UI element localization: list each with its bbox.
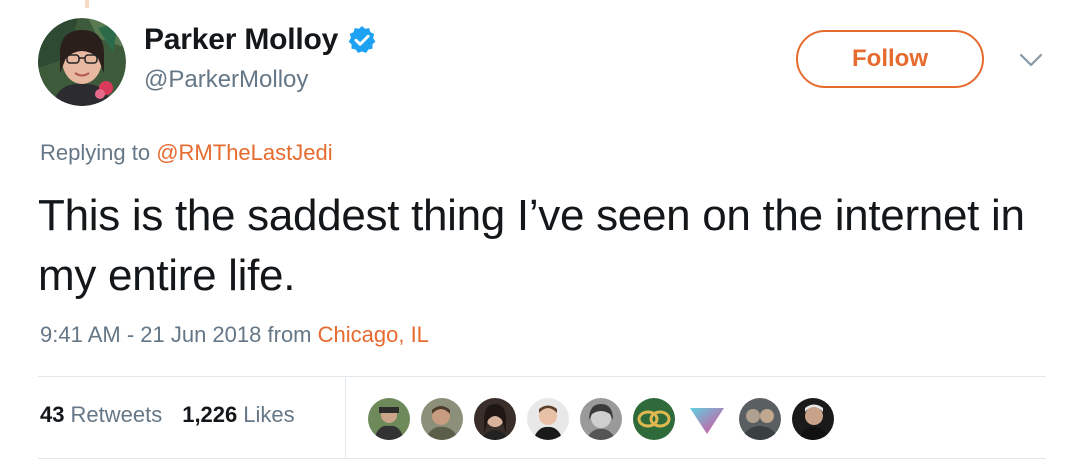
replying-to-line: Replying to @RMTheLastJedi [40,140,333,166]
liker-avatar[interactable] [739,398,781,440]
stats-bottom-divider [38,458,1046,459]
author-display-name[interactable]: Parker Molloy [144,23,338,57]
tweet-metadata: 9:41 AM - 21 Jun 2018 from Chicago, IL [40,322,429,348]
verified-badge-icon [348,26,376,53]
liker-avatar[interactable] [580,398,622,440]
reply-mention-link[interactable]: @RMTheLastJedi [156,140,332,165]
liker-avatar[interactable] [792,398,834,440]
liker-avatar[interactable] [633,398,675,440]
retweets-label: Retweets [70,402,163,427]
tweet-text: This is the saddest thing I’ve seen on t… [38,191,1025,300]
tweet-stats: 43 Retweets 1,226 Likes [40,402,315,428]
retweets-count: 43 [40,402,65,427]
likes-label: Likes [243,402,295,427]
liker-avatar[interactable] [421,398,463,440]
liker-avatar[interactable] [686,398,728,440]
likes-stat[interactable]: 1,226 Likes [182,402,294,428]
avatar-edge-strip [85,0,89,8]
liker-avatars [368,398,845,440]
stats-top-divider [38,376,1046,377]
likes-count: 1,226 [182,402,238,427]
liker-avatar[interactable] [368,398,410,440]
replying-to-label: Replying to [40,140,151,165]
tweet-location-link[interactable]: Chicago, IL [318,322,429,347]
profile-avatar[interactable] [38,18,126,106]
author-name-row: Parker Molloy [144,22,378,58]
stats-separator [345,377,346,458]
chevron-down-icon[interactable] [1016,50,1046,70]
from-label: from [267,322,312,347]
liker-avatar[interactable] [474,398,516,440]
follow-button[interactable]: Follow [796,30,984,88]
tweet-timestamp[interactable]: 9:41 AM - 21 Jun 2018 [40,322,261,347]
retweets-stat[interactable]: 43 Retweets [40,402,162,428]
author-handle[interactable]: @ParkerMolloy [144,66,308,94]
liker-avatar[interactable] [527,398,569,440]
